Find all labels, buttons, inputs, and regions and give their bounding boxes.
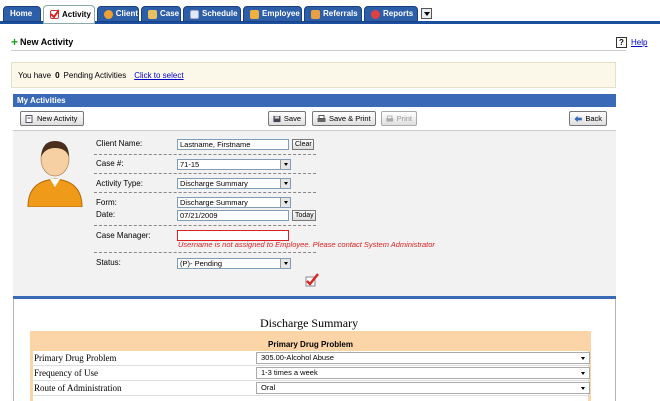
route-of-administration-select[interactable]: Oral [256, 382, 590, 394]
floppy-disk-icon [273, 115, 281, 122]
save-print-label: Save & Print [329, 114, 371, 123]
help-link[interactable]: Help [631, 38, 647, 47]
tab-activity[interactable]: Activity [43, 5, 95, 24]
print-button[interactable]: Print [381, 111, 417, 126]
table-row: Frequency of Use 1-3 times a week [30, 366, 591, 381]
divider [94, 173, 316, 174]
tab-referrals[interactable]: Referrals [304, 6, 362, 22]
chevron-down-icon [280, 198, 290, 207]
activity-type-select[interactable]: Discharge Summary [177, 178, 291, 189]
activity-toolbar: New Activity Save Save & Print Print Bac… [13, 107, 616, 131]
form-label: Form: [96, 198, 117, 207]
pending-activities-box: You have 0 Pending Activities Click to s… [11, 62, 616, 88]
divider [94, 225, 316, 226]
table-row: Route of Administration Oral [30, 381, 591, 396]
save-label: Save [283, 114, 301, 123]
back-label: Back [585, 114, 602, 123]
back-button[interactable]: Back [569, 111, 607, 126]
date-label: Date: [96, 210, 116, 219]
chevron-down-icon [280, 160, 290, 169]
tab-home-label: Home [10, 9, 33, 18]
table-row: Primary Drug Problem 305.00-Alcohol Abus… [30, 351, 591, 366]
row-label: Route of Administration [34, 383, 122, 393]
discharge-summary-title: Discharge Summary [260, 316, 359, 330]
primary-drug-problem-select[interactable]: 305.00-Alcohol Abuse [256, 352, 590, 364]
case-number-value: 71-15 [180, 160, 200, 169]
pending-suffix: Pending Activities [63, 70, 127, 80]
printer-icon [317, 114, 326, 122]
divider [94, 154, 316, 155]
section-divider [13, 296, 616, 299]
page-title: + New Activity [11, 34, 74, 49]
chevron-down-icon [280, 179, 290, 188]
clear-button[interactable]: Clear [292, 139, 314, 150]
case-manager-label: Case Manager: [96, 231, 151, 240]
today-button[interactable]: Today [292, 210, 316, 221]
client-avatar [27, 141, 83, 207]
tab-schedule[interactable]: Schedule [183, 6, 241, 22]
page-title-text: New Activity [20, 37, 74, 47]
schedule-icon [190, 9, 199, 19]
pending-count: 0 [55, 70, 60, 80]
back-arrow-icon [574, 115, 582, 122]
date-input[interactable]: 07/21/2009 [177, 210, 289, 221]
tab-schedule-label: Schedule [202, 9, 238, 18]
help-icon[interactable]: ? [616, 37, 627, 48]
tab-home[interactable]: Home [3, 6, 41, 22]
main-tab-bar: Home Activity Client Case Schedule Emplo… [0, 0, 660, 24]
save-button[interactable]: Save [268, 111, 306, 126]
primary-drug-section-label: Primary Drug Problem [268, 340, 353, 349]
new-document-icon [25, 114, 33, 123]
frequency-of-use-select[interactable]: 1-3 times a week [256, 367, 590, 379]
client-icon [104, 9, 113, 19]
tab-case-label: Case [160, 9, 180, 18]
save-print-button[interactable]: Save & Print [312, 111, 376, 126]
print-label: Print [396, 114, 412, 123]
click-to-select-link[interactable]: Click to select [134, 71, 183, 80]
reports-icon [371, 9, 380, 19]
client-name-input[interactable]: Lastname, Firstname [177, 139, 289, 150]
tab-reports[interactable]: Reports [364, 6, 418, 22]
row-label: Primary Drug Problem [34, 353, 117, 363]
checkmark-icon[interactable] [305, 273, 319, 287]
title-divider [11, 50, 626, 51]
checkbox-icon [50, 9, 59, 19]
new-activity-button[interactable]: New Activity [20, 111, 84, 126]
status-value: (P)- Pending [180, 259, 223, 268]
tab-referrals-label: Referrals [323, 9, 358, 18]
tab-employee-label: Employee [262, 9, 300, 18]
tab-employee[interactable]: Employee [243, 6, 302, 22]
referrals-icon [311, 9, 320, 19]
chevron-down-icon [280, 259, 290, 268]
row-label: Frequency of Use [34, 368, 98, 378]
printer-icon [386, 115, 394, 122]
tab-activity-label: Activity [62, 9, 91, 19]
status-select[interactable]: (P)- Pending [177, 258, 291, 269]
my-activities-header: My Activities [13, 94, 616, 107]
form-select[interactable]: Discharge Summary [177, 197, 291, 208]
divider [94, 252, 316, 253]
client-name-label: Client Name: [96, 139, 143, 148]
status-label: Status: [96, 258, 121, 267]
case-number-label: Case #: [96, 159, 124, 168]
activity-type-value: Discharge Summary [180, 179, 248, 188]
activity-type-label: Activity Type: [96, 179, 143, 188]
case-number-select[interactable]: 71-15 [177, 159, 291, 170]
tab-case[interactable]: Case [141, 6, 181, 22]
tab-client[interactable]: Client [97, 6, 139, 22]
tab-client-label: Client [115, 9, 138, 18]
divider [94, 192, 316, 193]
form-value: Discharge Summary [180, 198, 248, 207]
plus-icon: + [11, 34, 19, 49]
tab-reports-label: Reports [383, 9, 414, 18]
case-icon [148, 9, 157, 19]
employee-icon [250, 9, 259, 19]
new-activity-label: New Activity [37, 114, 78, 123]
case-manager-error: Username is not assigned to Employee. Pl… [178, 240, 435, 249]
more-tabs-dropdown[interactable] [421, 8, 432, 19]
pending-prefix: You have [18, 70, 52, 80]
help[interactable]: ? Help [616, 37, 647, 48]
